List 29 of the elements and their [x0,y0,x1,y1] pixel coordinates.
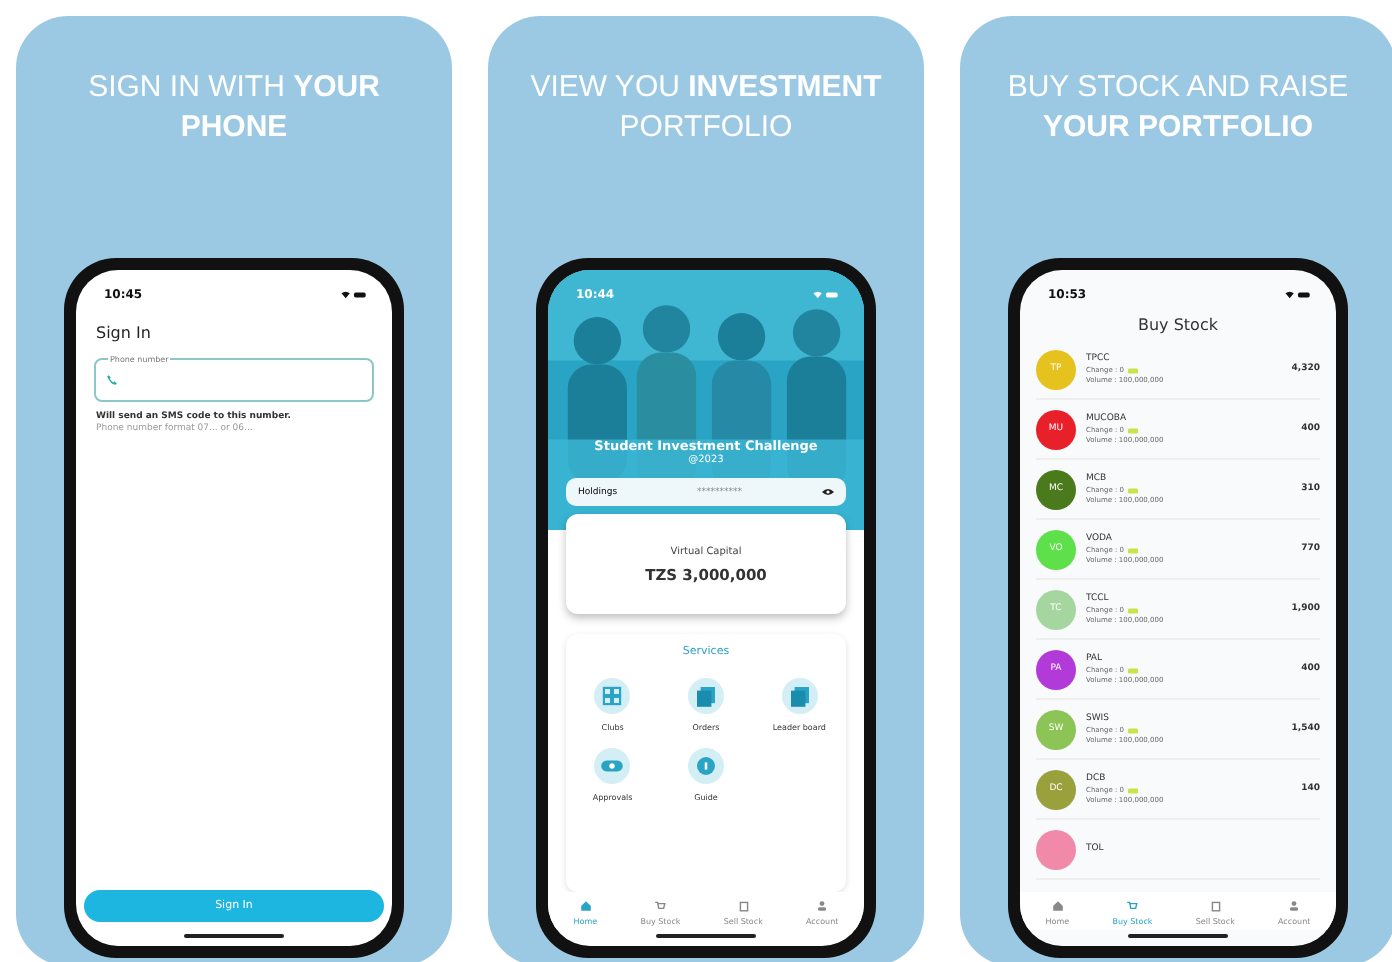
trend-icon [1128,427,1139,433]
grid-icon [594,678,631,714]
headline: BUY STOCK AND RAISE YOUR PORTFOLIO [1005,68,1351,148]
trend-icon [1128,487,1139,493]
info-icon [687,748,724,784]
trend-icon [1128,367,1139,373]
document-icon [781,678,818,714]
headline: VIEW YOU INVESTMENT PORTFOLIO [528,68,884,148]
status-icons [1284,289,1312,299]
screen-title: Buy Stock [1136,316,1220,334]
trend-icon [1128,787,1139,793]
trend-icon [1128,727,1139,733]
status-icons [812,289,840,299]
home-icon [1051,900,1064,912]
cart-icon [1126,900,1139,912]
trend-icon [1128,547,1139,553]
toggle-icon [594,748,631,784]
trend-icon [1128,667,1139,673]
user-icon [816,900,829,912]
document-icon [687,678,724,714]
status-icons [340,289,368,299]
eye-icon[interactable] [821,488,834,496]
phone-icon [106,374,118,386]
trend-icon [1128,607,1139,613]
home-icon [579,900,592,912]
user-icon [1288,900,1301,912]
headline: SIGN IN WITH YOUR PHONE [86,68,382,148]
cart-icon [654,900,667,912]
screen-title: Sign In [96,324,153,342]
